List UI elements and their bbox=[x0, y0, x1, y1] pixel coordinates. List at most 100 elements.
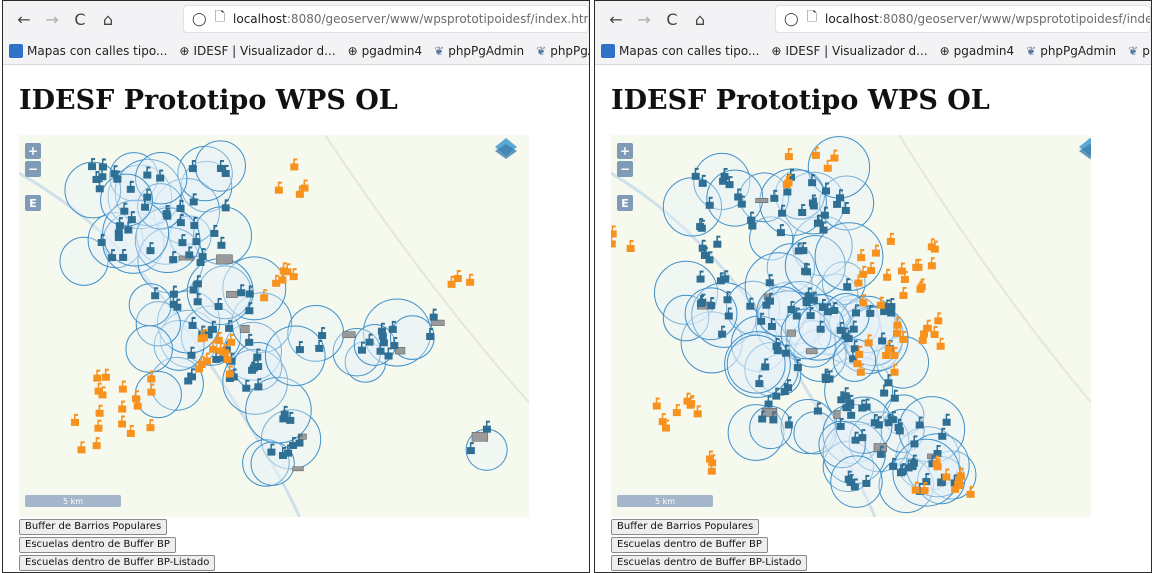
bookmark-phppgadmin-2[interactable]: ❦phpPgAdmin bbox=[536, 44, 589, 58]
url-bar[interactable]: ◯ 🗋 localhost:8080/geoserver/www/wpsprot… bbox=[183, 5, 589, 33]
map-canvas[interactable] bbox=[611, 135, 1091, 517]
school-outside-marker bbox=[705, 450, 714, 463]
forward-icon[interactable]: → bbox=[39, 6, 65, 32]
bookmark-mapas[interactable]: Mapas con calles tipo... bbox=[601, 43, 760, 58]
zoom-in-button[interactable]: + bbox=[25, 143, 41, 159]
back-icon[interactable]: ← bbox=[603, 6, 629, 32]
edit-control-button[interactable]: E bbox=[25, 195, 41, 211]
page-icon: 🗋 bbox=[214, 10, 226, 25]
url-path: :8080/geoserver/www/wpsprototipoidesf/in… bbox=[878, 12, 1151, 26]
page-content: IDESF Prototipo WPS OL + − E 5 km Buffer… bbox=[3, 65, 589, 572]
school-inside-marker bbox=[713, 235, 722, 248]
school-outside-marker bbox=[899, 287, 908, 300]
school-outside-marker bbox=[447, 275, 456, 288]
home-icon[interactable]: ⌂ bbox=[687, 6, 713, 32]
school-outside-marker bbox=[626, 240, 635, 253]
button-group: Buffer de Barrios Populares Escuelas den… bbox=[19, 517, 216, 571]
globe-icon: ⊕ bbox=[179, 43, 190, 58]
school-outside-marker bbox=[94, 419, 103, 432]
page-title: IDESF Prototipo WPS OL bbox=[611, 85, 990, 116]
map-view[interactable]: + − E 5 km bbox=[611, 135, 1091, 517]
barrio-polygon bbox=[240, 325, 250, 333]
shield-icon: ◯ bbox=[192, 11, 207, 27]
bookmark-idesf[interactable]: ⊕ IDESF | Visualizador d... bbox=[179, 44, 335, 58]
bookmark-pgadmin4[interactable]: ⊕ pgadmin4 bbox=[348, 44, 423, 58]
school-outside-marker bbox=[687, 395, 696, 408]
escuelas-listado-button[interactable]: Escuelas dentro de Buffer BP-Listado bbox=[611, 555, 808, 571]
school-outside-marker bbox=[70, 413, 79, 426]
layer-switcher-icon[interactable] bbox=[493, 135, 519, 161]
barrio-polygon bbox=[292, 466, 304, 472]
escuelas-listado-button[interactable]: Escuelas dentro de Buffer BP-Listado bbox=[19, 555, 216, 571]
back-icon[interactable]: ← bbox=[11, 6, 37, 32]
map-view[interactable]: + − E 5 km bbox=[19, 135, 529, 517]
bookmark-idesf[interactable]: ⊕ IDESF | Visualizador d... bbox=[771, 44, 927, 58]
school-inside-marker bbox=[764, 395, 773, 408]
page-icon: 🗋 bbox=[806, 10, 818, 25]
bookmark-label: Mapas con calles tipo... bbox=[619, 43, 760, 58]
bookmark-mapas[interactable]: Mapas con calles tipo... bbox=[9, 43, 168, 58]
bookmark-label: Mapas con calles tipo... bbox=[27, 43, 168, 58]
barrio-polygon bbox=[805, 348, 818, 355]
reload-icon[interactable]: C bbox=[659, 6, 685, 32]
buffer-circle bbox=[830, 455, 883, 508]
globe-icon: ⊕ bbox=[347, 43, 358, 58]
bookmark-label: phpPgAdmin bbox=[1142, 43, 1151, 58]
school-outside-marker bbox=[930, 325, 939, 338]
button-group: Buffer de Barrios Populares Escuelas den… bbox=[611, 517, 808, 571]
shield-icon: ◯ bbox=[784, 11, 799, 27]
bookmark-phppgadmin[interactable]: ❦ phpPgAdmin bbox=[434, 44, 524, 58]
buffer-barrios-button[interactable]: Buffer de Barrios Populares bbox=[19, 519, 168, 535]
school-outside-marker bbox=[295, 185, 304, 198]
barrio-polygon bbox=[430, 319, 445, 326]
globe-icon: ⊕ bbox=[771, 43, 782, 58]
zoom-out-button[interactable]: − bbox=[617, 161, 633, 177]
school-outside-marker bbox=[290, 158, 299, 171]
page-content: IDESF Prototipo WPS OL + − E 5 km Buffer… bbox=[595, 65, 1151, 572]
escuelas-buffer-button[interactable]: Escuelas dentro de Buffer BP bbox=[19, 537, 176, 553]
bookmark-label: pgadmin4 bbox=[953, 43, 1015, 58]
school-outside-marker bbox=[927, 257, 936, 270]
bookmark-phppgadmin-2[interactable]: ❦phpPgAdmin bbox=[1128, 44, 1151, 58]
school-outside-marker bbox=[811, 146, 820, 159]
zoom-out-button[interactable]: − bbox=[25, 161, 41, 177]
zoom-in-button[interactable]: + bbox=[617, 143, 633, 159]
bookmark-pgadmin4[interactable]: ⊕ pgadmin4 bbox=[940, 44, 1015, 58]
school-outside-marker bbox=[897, 262, 906, 275]
school-outside-marker bbox=[118, 380, 127, 393]
barrio-polygon bbox=[786, 329, 796, 337]
buffer-barrios-button[interactable]: Buffer de Barrios Populares bbox=[611, 519, 760, 535]
barrio-polygon bbox=[342, 331, 356, 339]
school-outside-marker bbox=[453, 269, 462, 282]
school-inside-marker bbox=[98, 158, 107, 171]
bookmarks-bar: Mapas con calles tipo... ⊕ IDESF | Visual… bbox=[3, 37, 589, 65]
edit-control-button[interactable]: E bbox=[617, 195, 633, 211]
home-icon[interactable]: ⌂ bbox=[95, 6, 121, 32]
page-title: IDESF Prototipo WPS OL bbox=[19, 85, 398, 116]
scale-line: 5 km bbox=[25, 495, 121, 507]
school-outside-marker bbox=[923, 319, 932, 332]
bookmark-phppgadmin[interactable]: ❦ phpPgAdmin bbox=[1026, 44, 1116, 58]
reload-icon[interactable]: C bbox=[67, 6, 93, 32]
layer-switcher-icon[interactable] bbox=[1077, 135, 1091, 161]
elephant-icon: ❦ bbox=[1128, 43, 1139, 58]
school-outside-marker bbox=[658, 413, 667, 426]
school-outside-marker bbox=[118, 400, 127, 413]
map-canvas[interactable] bbox=[19, 135, 529, 517]
school-outside-marker bbox=[917, 278, 926, 291]
elephant-icon: ❦ bbox=[1026, 43, 1037, 58]
school-outside-marker bbox=[118, 415, 127, 428]
escuelas-buffer-button[interactable]: Escuelas dentro de Buffer BP bbox=[611, 537, 768, 553]
school-outside-marker bbox=[274, 181, 283, 194]
url-path: :8080/geoserver/www/wpsprototipoidesf/in… bbox=[286, 12, 589, 26]
barrio-polygon bbox=[226, 290, 238, 298]
school-outside-marker bbox=[886, 232, 895, 245]
forward-icon[interactable]: → bbox=[631, 6, 657, 32]
school-outside-marker bbox=[95, 404, 104, 417]
browser-window-right: ← → C ⌂ ◯ 🗋 localhost:8080/geoserver/www… bbox=[594, 0, 1152, 573]
bookmarks-bar: Mapas con calles tipo... ⊕ IDESF | Visual… bbox=[595, 37, 1151, 65]
barrio-polygon bbox=[471, 432, 489, 442]
bookmark-label: IDESF | Visualizador d... bbox=[193, 43, 336, 58]
url-bar[interactable]: ◯ 🗋 localhost:8080/geoserver/www/wpsprot… bbox=[775, 5, 1151, 33]
browser-window-left: ← → C ⌂ ◯ 🗋 localhost:8080/geoserver/www… bbox=[2, 0, 590, 573]
